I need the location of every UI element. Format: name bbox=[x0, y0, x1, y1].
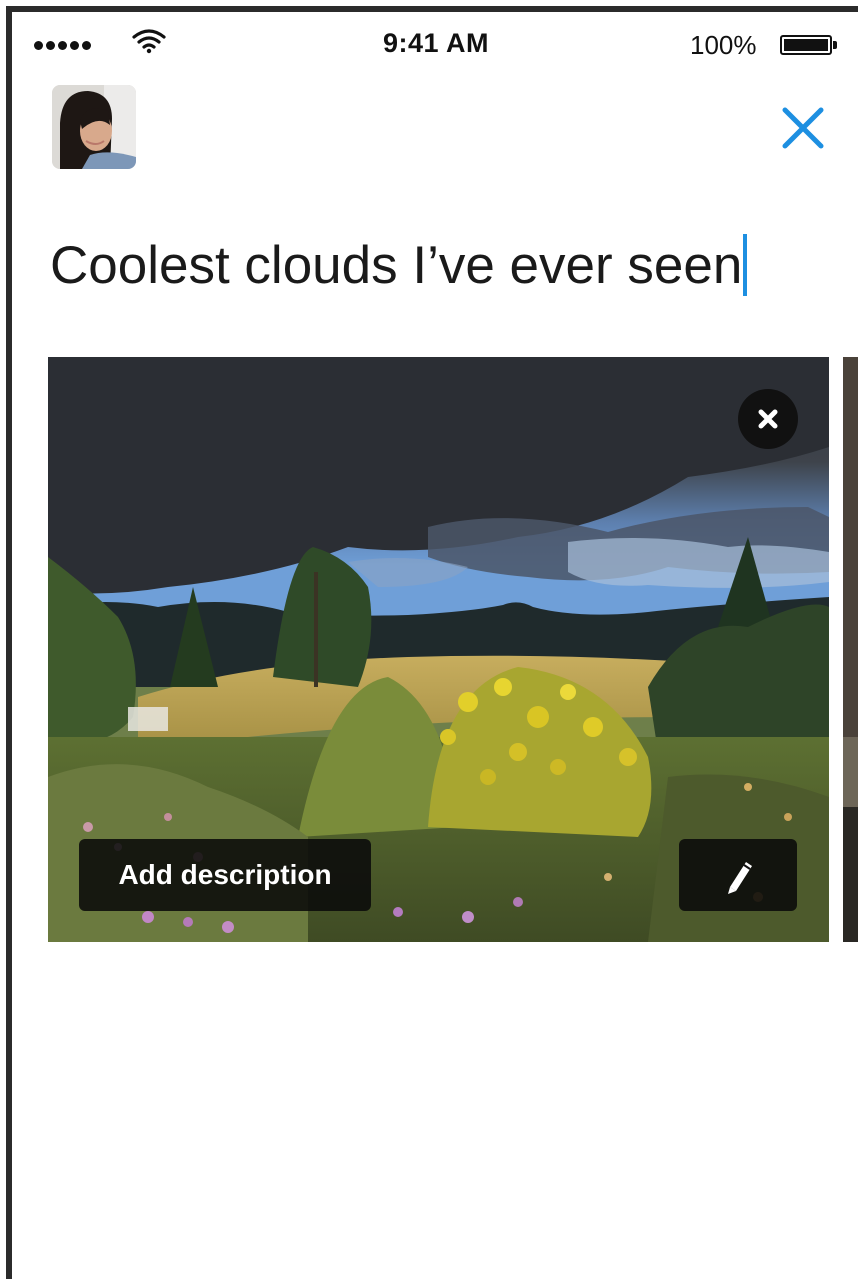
remove-x-icon bbox=[758, 409, 778, 429]
tweet-text: Coolest clouds I’ve ever seen bbox=[50, 235, 743, 295]
add-description-label: Add description bbox=[118, 859, 332, 890]
attached-photo[interactable]: Add description bbox=[48, 357, 829, 942]
tweet-text-input[interactable]: Coolest clouds I’ve ever seen bbox=[50, 234, 748, 296]
next-photo-peek[interactable] bbox=[843, 357, 858, 942]
phone-frame: 9:41 AM 100% Coolest clouds I’ve ever se bbox=[0, 0, 858, 1279]
remove-photo-button[interactable] bbox=[738, 389, 798, 449]
status-bar: 9:41 AM 100% bbox=[14, 12, 858, 74]
device-bezel-left bbox=[6, 8, 12, 1279]
user-avatar[interactable] bbox=[52, 85, 136, 169]
pencil-icon bbox=[728, 862, 752, 894]
battery-nub bbox=[833, 41, 837, 49]
close-icon[interactable] bbox=[779, 104, 827, 152]
add-description-button[interactable]: Add description bbox=[79, 839, 371, 911]
text-cursor bbox=[743, 234, 748, 296]
compose-screen: 9:41 AM 100% Coolest clouds I’ve ever se bbox=[14, 12, 858, 1279]
battery-full-icon bbox=[780, 35, 832, 55]
battery-percent: 100% bbox=[690, 30, 757, 60]
edit-photo-button[interactable] bbox=[679, 839, 797, 911]
